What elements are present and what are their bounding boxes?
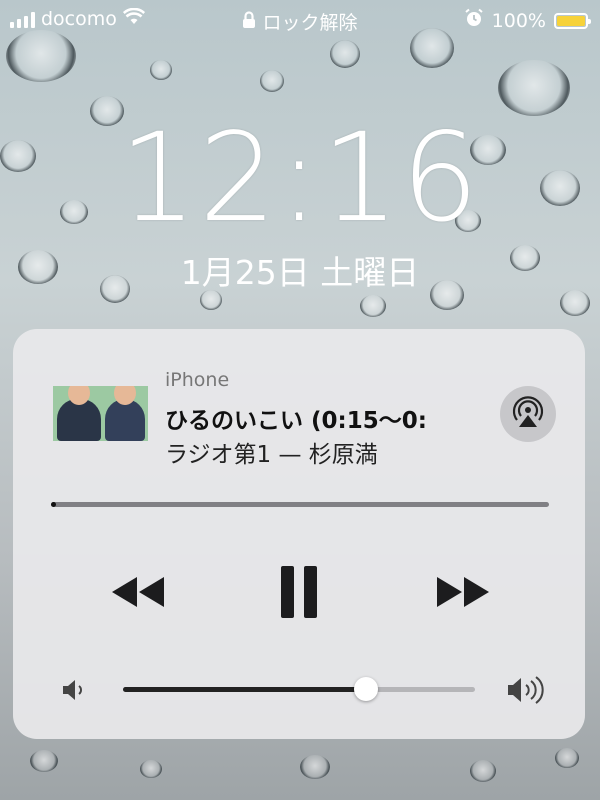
status-bar: docomo ロック解除 100%	[0, 0, 600, 40]
alarm-icon	[464, 8, 484, 33]
volume-high-icon	[506, 675, 546, 709]
volume-knob[interactable]	[353, 677, 378, 701]
lock-icon	[242, 11, 262, 34]
status-right: 100%	[464, 8, 591, 33]
clock-time: 12:16	[119, 107, 481, 249]
volume-low-icon	[61, 677, 91, 707]
rewind-button[interactable]	[108, 569, 168, 619]
airplay-button[interactable]	[500, 386, 556, 442]
pause-icon	[279, 566, 319, 622]
track-title[interactable]: ひるのいこい (0:15〜0:	[165, 401, 475, 435]
fast-forward-button[interactable]	[433, 569, 493, 619]
battery-fill	[557, 15, 585, 26]
battery-percent: 100%	[491, 9, 546, 32]
battery-icon	[554, 12, 591, 29]
clock-date: 1月25日 土曜日	[180, 253, 420, 292]
playback-source: iPhone	[165, 369, 230, 391]
volume-fill	[123, 687, 366, 692]
playback-progress-bar[interactable]	[51, 502, 549, 507]
lock-text: ロック解除	[262, 12, 358, 34]
rewind-icon	[110, 575, 166, 613]
progress-fill	[51, 502, 56, 507]
now-playing-widget: iPhone ひるのいこい (0:15〜0: ラジオ第1 — 杉原満	[13, 329, 585, 739]
volume-slider[interactable]	[123, 677, 475, 701]
track-artist: ラジオ第1 — 杉原満	[165, 442, 378, 468]
airplay-icon	[508, 392, 548, 436]
album-artwork[interactable]	[53, 386, 148, 441]
fast-forward-icon	[435, 575, 491, 613]
pause-button[interactable]	[275, 564, 323, 624]
